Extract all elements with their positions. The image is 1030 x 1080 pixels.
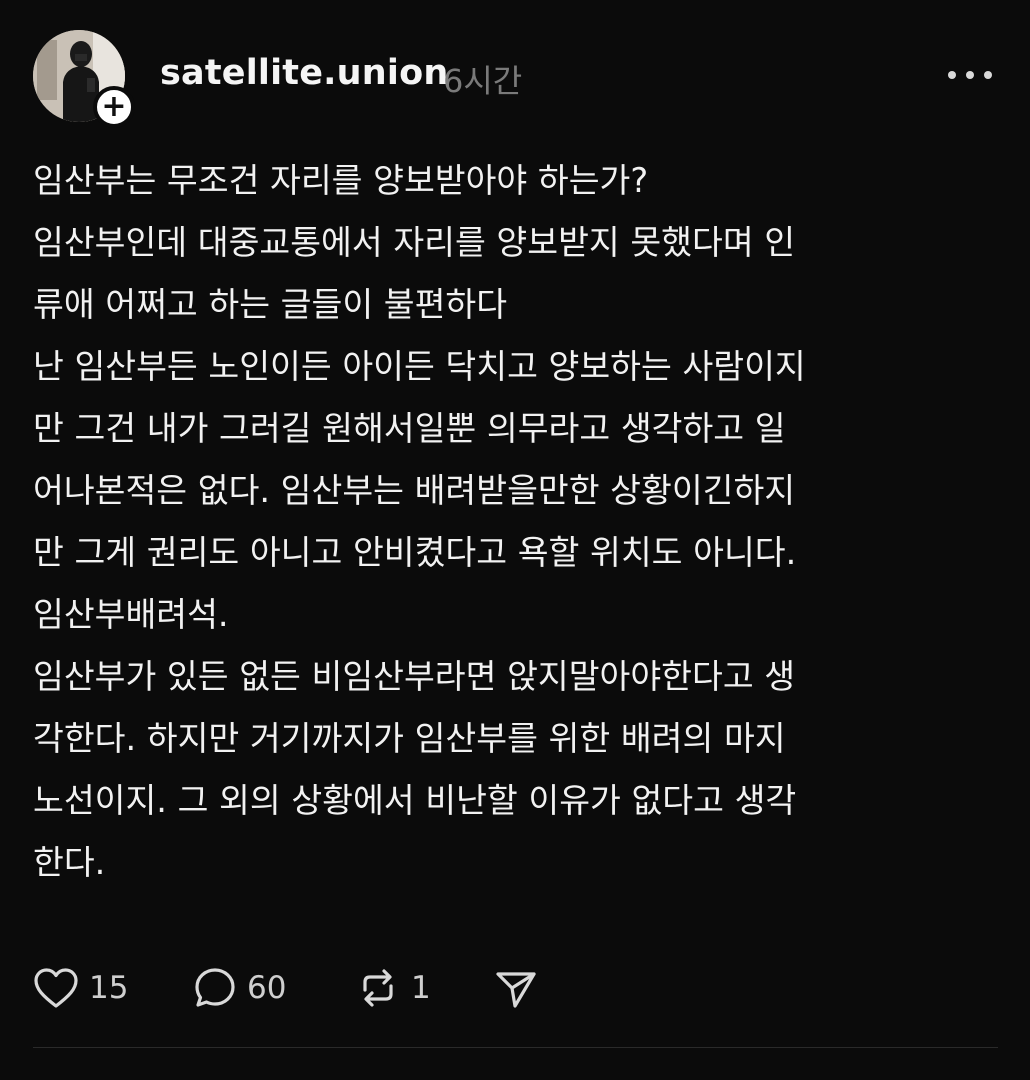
- avatar-container[interactable]: +: [33, 30, 135, 128]
- share-button[interactable]: [493, 960, 539, 1016]
- send-icon: [496, 972, 536, 1008]
- comment-count: 60: [247, 970, 287, 1006]
- comment-button[interactable]: 60: [193, 960, 286, 1016]
- action-bar: 15 60 1: [33, 960, 633, 1016]
- follow-symbol: +: [101, 89, 127, 124]
- more-options-icon[interactable]: [948, 60, 992, 90]
- post-paragraph: 난 임산부든 노인이든 아이든 닥치고 양보하는 사람이지 만 그건 내가 그러…: [33, 347, 806, 572]
- post-paragraph: 임산부는 무조건 자리를 양보받아야 하는가?: [33, 161, 649, 200]
- repost-count: 1: [411, 970, 431, 1006]
- post-paragraph: 임산부인데 대중교통에서 자리를 양보받지 못했다며 인 류애 어쩌고 하는 글…: [33, 223, 796, 324]
- post-body: 임산부는 무조건 자리를 양보받아야 하는가? 임산부인데 대중교통에서 자리를…: [33, 150, 998, 894]
- divider: [33, 1047, 998, 1048]
- repost-button[interactable]: 1: [355, 960, 431, 1016]
- like-count: 15: [89, 970, 129, 1006]
- like-button[interactable]: 15: [33, 960, 128, 1016]
- post-paragraph: 임산부가 있든 없든 비임산부라면 앉지말아야한다고 생 각한다. 하지만 거기…: [33, 657, 797, 882]
- post-time: 6시간: [443, 62, 523, 100]
- post-paragraph: 임산부배려석.: [33, 595, 229, 634]
- username[interactable]: satellite.union: [160, 53, 448, 93]
- repost-icon: [363, 969, 393, 1007]
- heart-icon: [34, 968, 78, 1008]
- follow-plus-icon[interactable]: +: [93, 86, 135, 128]
- thread-post: + satellite.union 6시간 임산부는 무조건 자리를 양보받아야…: [0, 0, 1030, 1080]
- comment-icon: [195, 968, 235, 1007]
